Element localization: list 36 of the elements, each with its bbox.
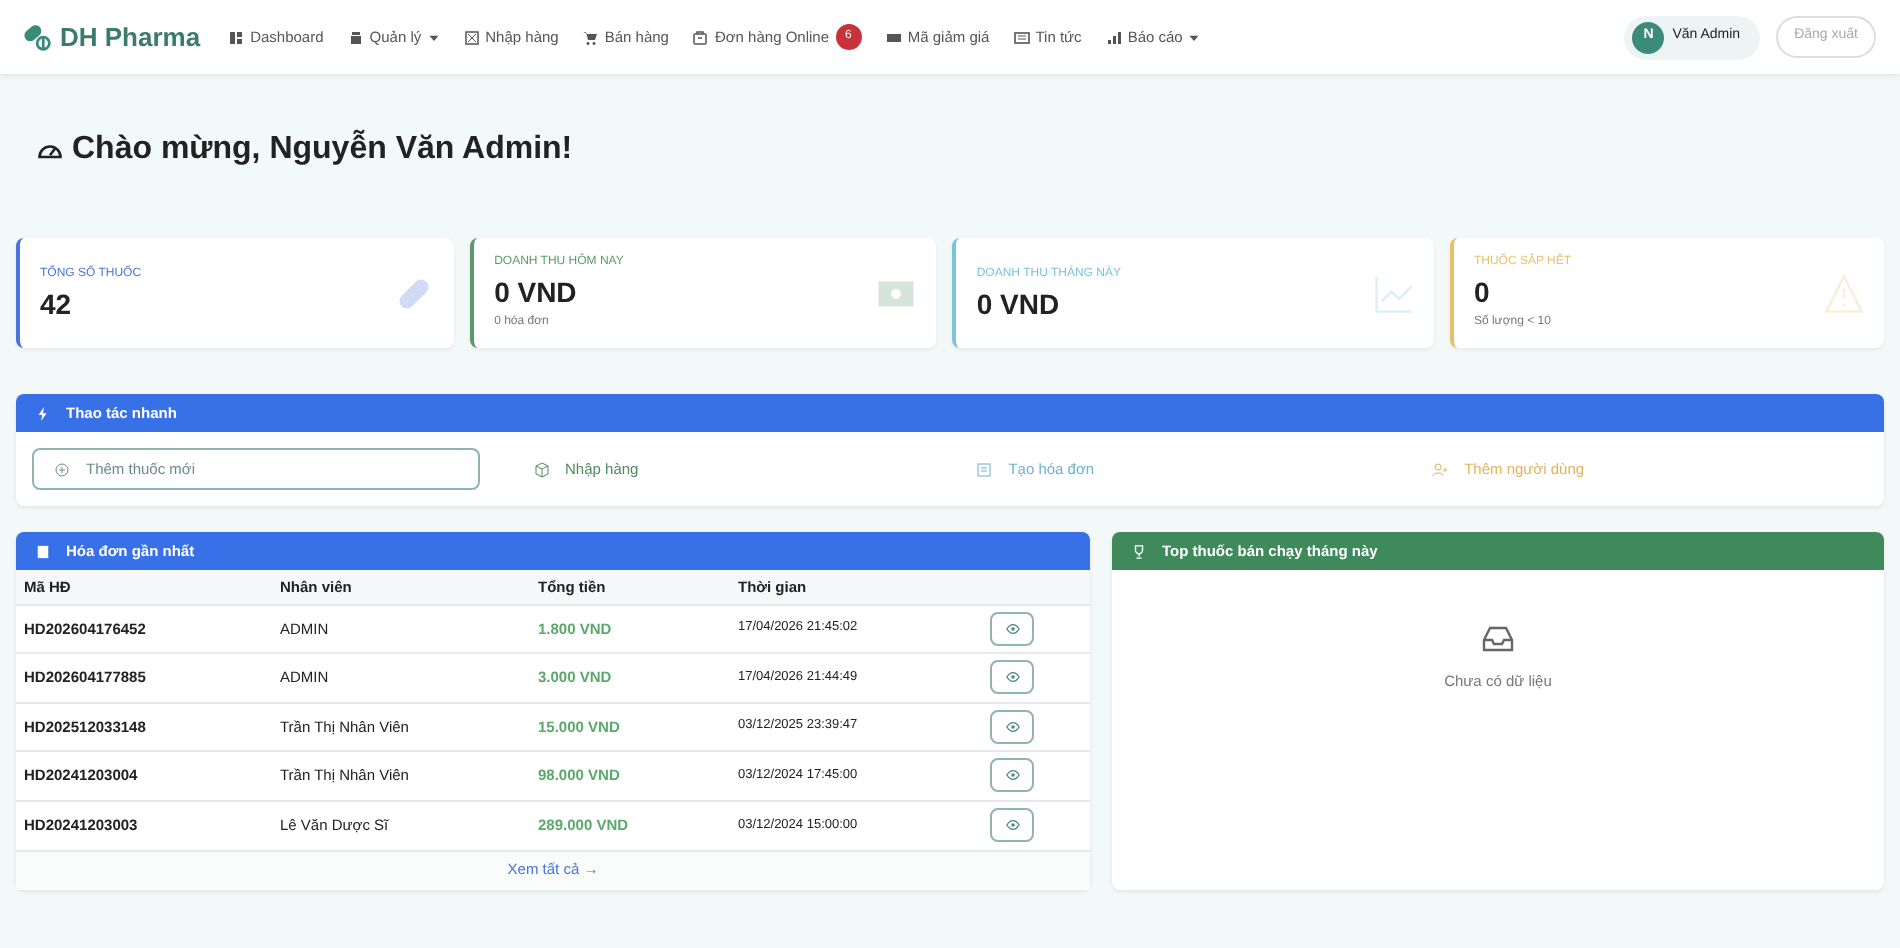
add-user-icon (1432, 461, 1449, 477)
bag-icon (692, 29, 709, 45)
eye-icon (1005, 621, 1019, 636)
receipt-icon (976, 461, 993, 477)
view-button[interactable] (990, 660, 1034, 695)
box-icon (463, 29, 480, 45)
stat-value: 42 (40, 289, 74, 321)
cart-icon (582, 29, 599, 45)
lightning-icon (36, 405, 50, 421)
eye-icon (1005, 768, 1019, 783)
trend-chart-icon (1373, 273, 1414, 313)
caret-icon (427, 31, 440, 43)
eye-icon (1005, 670, 1019, 685)
eye-icon (1005, 719, 1019, 734)
warning-icon (1824, 273, 1865, 313)
welcome-heading: Chào mừng, Nguyễn Văn Admin! (72, 127, 573, 170)
box-icon (533, 461, 550, 477)
caret-icon (1188, 31, 1201, 43)
inbox-icon (1478, 622, 1518, 654)
view-button[interactable] (990, 808, 1034, 842)
stat-value: 0 (1473, 277, 1492, 309)
database-icon (347, 29, 364, 45)
eye-icon (1005, 818, 1019, 832)
stat-value: 0 VND (494, 277, 579, 309)
document-icon (36, 543, 50, 559)
bar-chart-icon (1105, 29, 1122, 45)
view-button[interactable] (990, 709, 1034, 744)
brand-name[interactable]: DH Pharma (60, 17, 201, 57)
dashboard-icon (228, 29, 245, 45)
view-button[interactable] (990, 611, 1034, 646)
trophy-icon (1132, 543, 1146, 559)
pill-logo-icon (24, 23, 52, 51)
newspaper-icon (1013, 29, 1030, 45)
plus-circle-icon (54, 461, 70, 477)
stat-value: 0 VND (976, 289, 1062, 321)
view-button[interactable] (990, 758, 1034, 793)
